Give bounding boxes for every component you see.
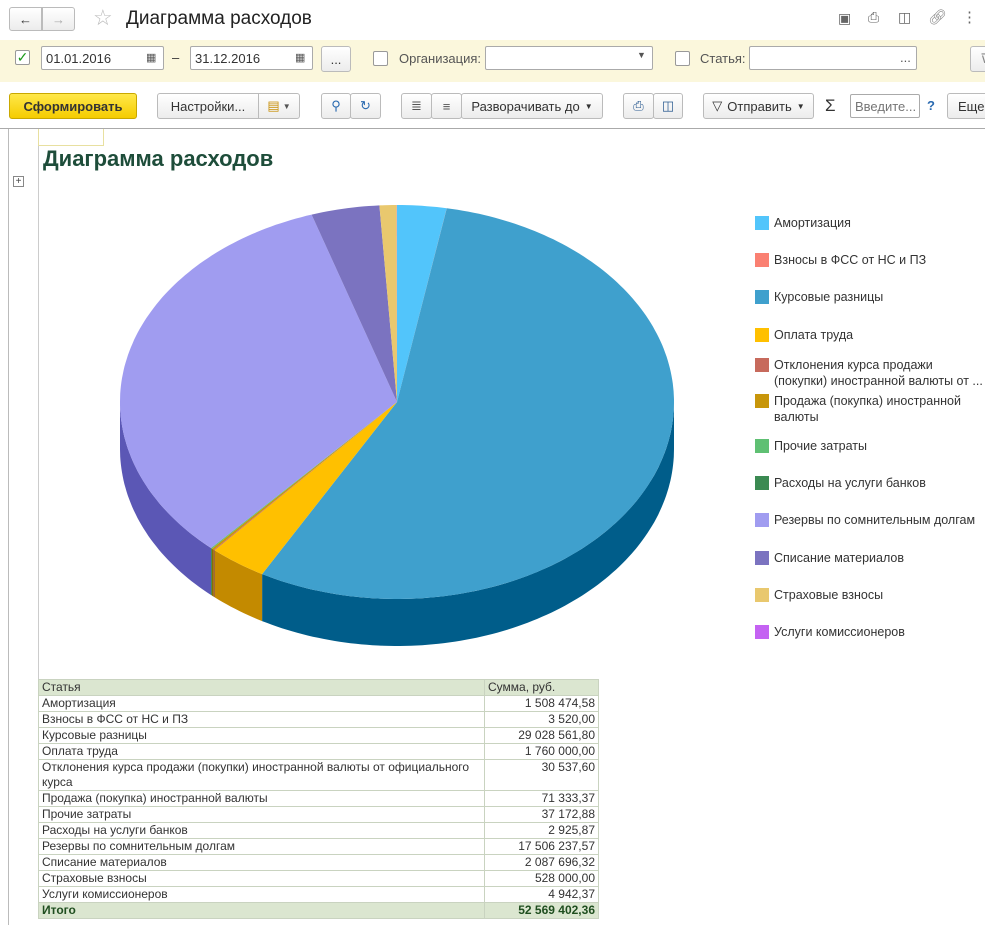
row-sum: 3 520,00 — [484, 711, 599, 728]
filter-button[interactable]: ⊽ — [970, 46, 985, 72]
legend-swatch — [755, 290, 769, 304]
row-article: Продажа (покупка) иностранной валюты — [38, 790, 485, 807]
legend-label: Курсовые разницы — [774, 290, 884, 304]
table-row[interactable]: Списание материалов 2 087 696,32 — [38, 854, 599, 871]
row-article: Резервы по сомнительным долгам — [38, 838, 485, 855]
table-header: Статья Сумма, руб. — [38, 679, 599, 696]
legend-swatch — [755, 358, 769, 372]
save-icon[interactable]: ▣ — [838, 10, 851, 27]
row-sum: 4 942,37 — [484, 886, 599, 903]
pie-slice-side — [211, 548, 212, 596]
legend-item: Прочие затраты — [755, 438, 985, 454]
legend-swatch — [755, 551, 769, 565]
row-article: Страховые взносы — [38, 870, 485, 887]
row-sum: 71 333,37 — [484, 790, 599, 807]
legend-swatch — [755, 439, 769, 453]
row-sum: 30 537,60 — [484, 759, 599, 791]
sum-input[interactable] — [850, 94, 920, 118]
legend-item: Курсовые разницы — [755, 289, 985, 305]
row-sum: 528 000,00 — [484, 870, 599, 887]
legend-swatch — [755, 476, 769, 490]
table-row[interactable]: Расходы на услуги банков 2 925,87 — [38, 822, 599, 839]
help-button[interactable]: ? — [927, 98, 935, 113]
table-row[interactable]: Страховые взносы 528 000,00 — [38, 870, 599, 887]
legend-label: Прочие затраты — [774, 439, 868, 453]
row-sum: 2 087 696,32 — [484, 854, 599, 871]
legend-label: Страховые взносы — [774, 588, 884, 602]
pie-slice-side — [212, 548, 214, 597]
table-row[interactable]: Амортизация 1 508 474,58 — [38, 695, 599, 712]
preview-icon[interactable]: ◫ — [898, 9, 911, 26]
total-value: 52 569 402,36 — [484, 902, 599, 919]
legend-item: Отклонения курса продажи (покупки) иност… — [755, 357, 985, 389]
table-row[interactable]: Продажа (покупка) иностранной валюты 71 3… — [38, 790, 599, 807]
legend-item: Продажа (покупка) иностранной валюты — [755, 393, 985, 425]
column-header-sum: Сумма, руб. — [484, 679, 599, 696]
article-select-button[interactable]: ... — [900, 50, 911, 65]
total-label: Итого — [38, 902, 485, 919]
table-row[interactable]: Услуги комиссионеров 4 942,37 — [38, 886, 599, 903]
legend-label: Резервы по сомнительным долгам — [774, 513, 976, 527]
print-icon[interactable]: ⎙ — [868, 9, 879, 26]
legend-swatch — [755, 513, 769, 527]
legend-swatch — [755, 394, 769, 408]
legend-swatch — [755, 328, 769, 342]
row-article: Расходы на услуги банков — [38, 822, 485, 839]
sum-button[interactable]: Σ — [825, 96, 836, 116]
legend-label: Списание материалов — [774, 551, 905, 565]
legend-item: Амортизация — [755, 215, 985, 231]
row-sum: 2 925,87 — [484, 822, 599, 839]
table-row[interactable]: Курсовые разницы 29 028 561,80 — [38, 727, 599, 744]
row-article: Амортизация — [38, 695, 485, 712]
row-article: Взносы в ФСС от НС и ПЗ — [38, 711, 485, 728]
column-header-article: Статья — [38, 679, 485, 696]
legend-item: Страховые взносы — [755, 587, 985, 603]
pie-slice-side — [213, 549, 215, 598]
legend-label: Расходы на услуги банков — [774, 476, 926, 490]
legend-label: Взносы в ФСС от НС и ПЗ — [774, 253, 927, 267]
row-sum: 1 760 000,00 — [484, 743, 599, 760]
legend-item: Списание материалов — [755, 550, 985, 566]
row-sum: 29 028 561,80 — [484, 727, 599, 744]
table-row[interactable]: Оплата труда 1 760 000,00 — [38, 743, 599, 760]
legend-item: Услуги комиссионеров — [755, 624, 985, 640]
report-table: Статья Сумма, руб. Амортизация 1 508 474,5… — [38, 679, 599, 919]
legend-label: Оплата труда — [774, 328, 854, 342]
more-menu-icon[interactable]: ⋮ — [962, 8, 977, 26]
row-sum: 37 172,88 — [484, 806, 599, 823]
row-sum: 17 506 237,57 — [484, 838, 599, 855]
row-article: Услуги комиссионеров — [38, 886, 485, 903]
legend-label: Амортизация — [774, 216, 851, 230]
row-article: Оплата труда — [38, 743, 485, 760]
legend-swatch — [755, 588, 769, 602]
legend-item: Резервы по сомнительным долгам — [755, 512, 985, 528]
legend-swatch — [755, 216, 769, 230]
row-article: Курсовые разницы — [38, 727, 485, 744]
legend-label: Отклонения курса продажи (покупки) иност… — [774, 358, 983, 388]
table-row[interactable]: Прочие затраты 37 172,88 — [38, 806, 599, 823]
row-article: Списание материалов — [38, 854, 485, 871]
row-article: Отклонения курса продажи (покупки) иност… — [38, 759, 485, 791]
pie-chart — [120, 205, 674, 646]
row-sum: 1 508 474,58 — [484, 695, 599, 712]
table-row[interactable]: Взносы в ФСС от НС и ПЗ 3 520,00 — [38, 711, 599, 728]
link-icon[interactable]: 🔗︎ — [928, 8, 947, 26]
legend-swatch — [755, 253, 769, 267]
legend-item: Расходы на услуги банков — [755, 475, 985, 491]
legend-item: Оплата труда — [755, 327, 985, 343]
legend-item: Взносы в ФСС от НС и ПЗ — [755, 252, 985, 268]
more-button[interactable]: Еще — [947, 93, 985, 119]
legend-label: Услуги комиссионеров — [774, 625, 905, 639]
table-row[interactable]: Резервы по сомнительным долгам 17 506 237… — [38, 838, 599, 855]
article-input[interactable] — [749, 46, 917, 70]
table-total-row: Итого 52 569 402,36 — [38, 902, 599, 919]
legend-swatch — [755, 625, 769, 639]
legend-label: Продажа (покупка) иностранной валюты — [774, 394, 961, 424]
table-row[interactable]: Отклонения курса продажи (покупки) иност… — [38, 759, 599, 791]
row-article: Прочие затраты — [38, 806, 485, 823]
